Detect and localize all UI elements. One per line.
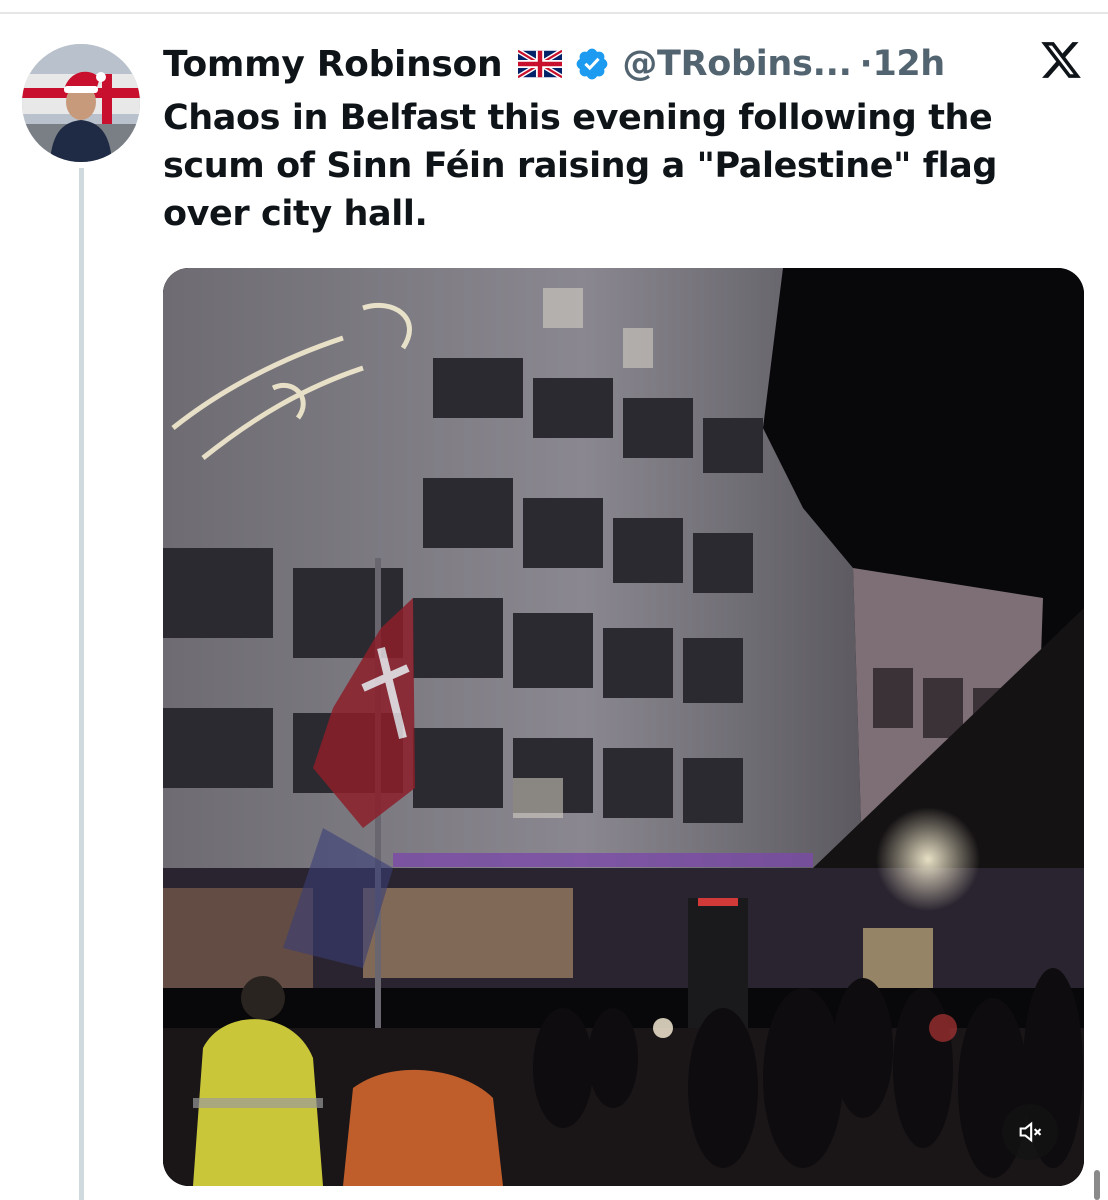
thread-line [79, 168, 84, 1200]
tweet-timestamp[interactable]: 12h [873, 44, 946, 84]
volume-muted-icon [1016, 1118, 1044, 1146]
tweet-text: Chaos in Belfast this evening following … [163, 98, 998, 234]
tweet-header: Tommy Robinson @TRobins... · 12h [163, 40, 945, 88]
video-frame [163, 268, 1084, 1186]
x-logo-icon[interactable] [1038, 38, 1084, 82]
avatar[interactable] [22, 44, 140, 162]
tweet-video[interactable] [163, 268, 1084, 1186]
avatar-image [22, 44, 140, 162]
scrollbar-thumb[interactable] [1094, 1170, 1100, 1200]
union-jack-flag-icon [516, 48, 564, 80]
mute-button[interactable] [1002, 1104, 1058, 1160]
separator-dot: · [859, 44, 873, 84]
verified-badge-icon [574, 46, 610, 82]
top-divider [0, 12, 1108, 14]
author-handle[interactable]: @TRobins... [622, 44, 852, 84]
author-display-name[interactable]: Tommy Robinson [163, 44, 503, 85]
